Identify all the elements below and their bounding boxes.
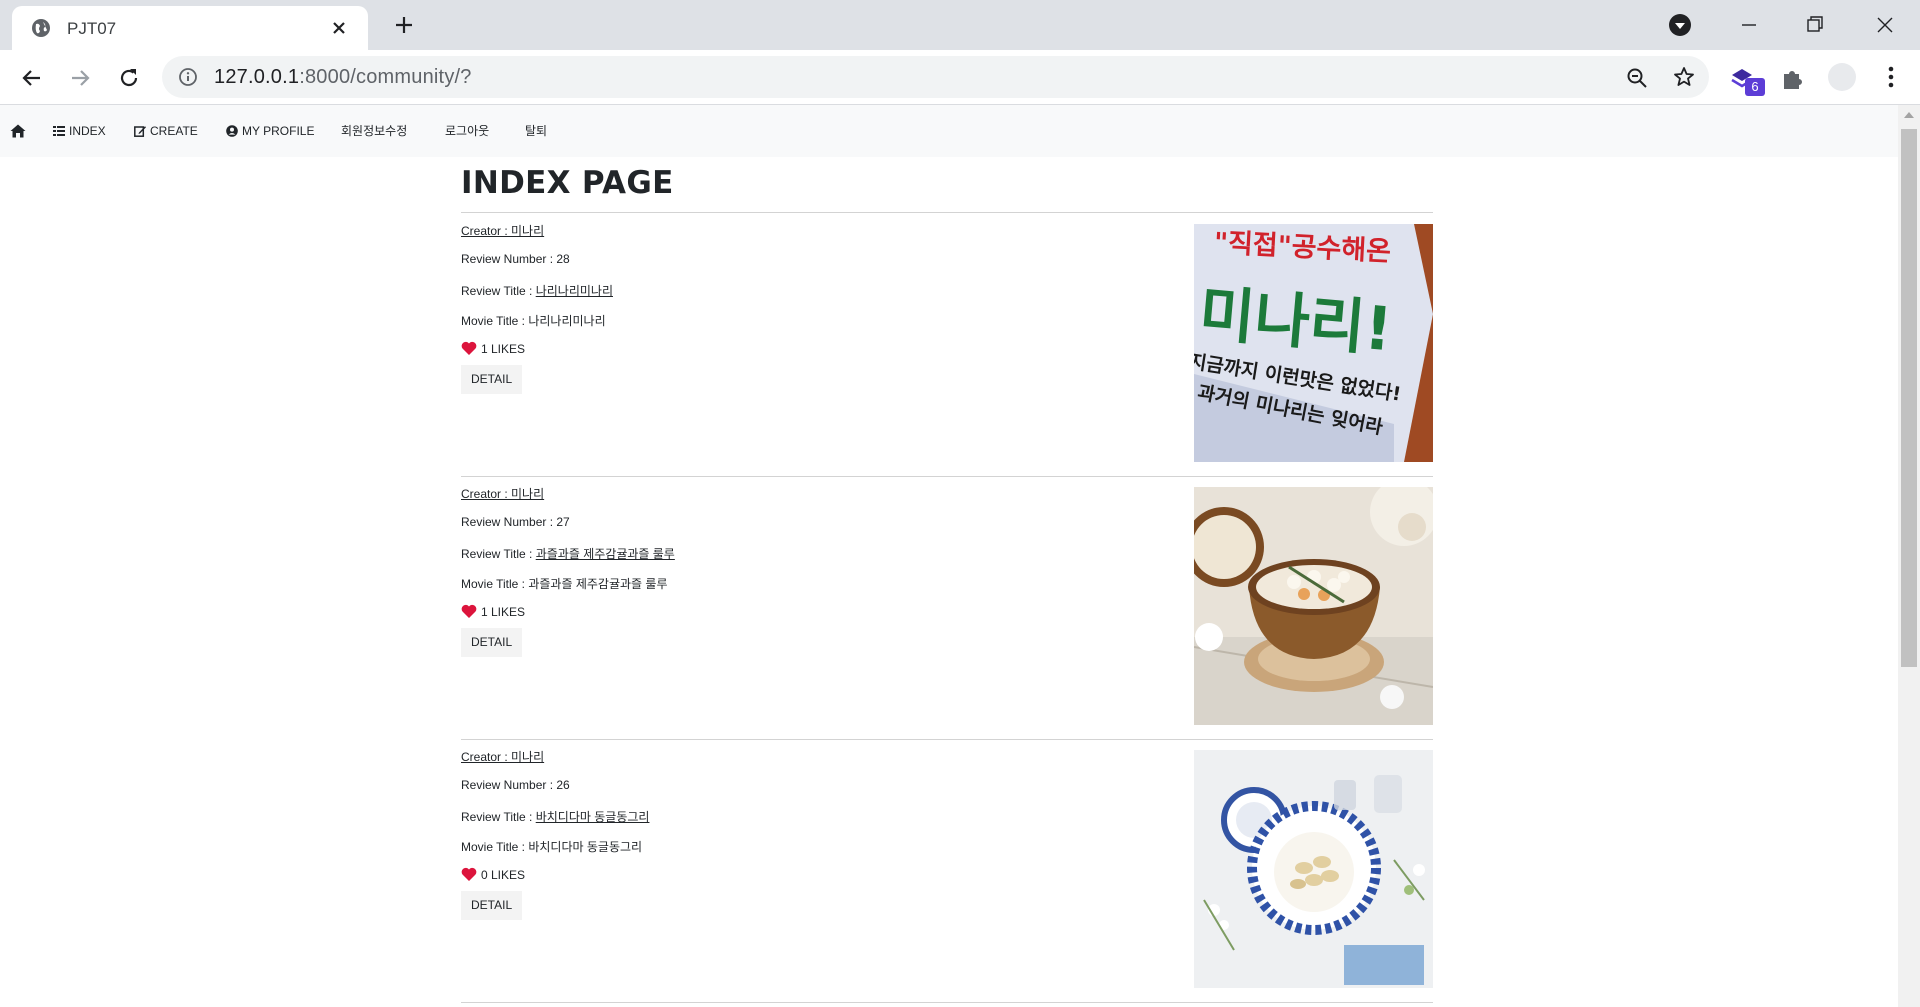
creator-text: Creator : 미나리 bbox=[461, 487, 545, 501]
review-card: Creator : 미나리 Review Number : 28 Review … bbox=[461, 214, 1433, 477]
creator-link[interactable]: Creator : 미나리 bbox=[461, 485, 544, 502]
likes-count: 1 LIKES bbox=[481, 604, 526, 619]
globe-icon bbox=[32, 19, 50, 37]
nav-index-label: INDEX bbox=[69, 124, 106, 138]
browser-tab[interactable]: PJT07 bbox=[12, 6, 368, 50]
nav-logout-link[interactable]: 로그아웃 bbox=[445, 105, 489, 157]
nav-logout-label: 로그아웃 bbox=[445, 124, 490, 138]
review-title-prefix: Review Title : bbox=[461, 547, 536, 561]
card-divider bbox=[461, 1002, 1433, 1003]
site-navbar: INDEX CREATE MY PROFILE 회원정보수정 로그아웃 탈퇴 bbox=[0, 105, 1898, 157]
home-icon bbox=[10, 124, 26, 138]
browser-tab-strip: PJT07 bbox=[0, 0, 1920, 50]
restore-icon[interactable] bbox=[1800, 10, 1830, 40]
page-title: INDEX PAGE bbox=[461, 165, 674, 201]
likes-count: 1 LIKES bbox=[481, 341, 526, 356]
more-menu-icon[interactable] bbox=[1878, 64, 1904, 90]
movie-title: Movie Title : 바치디다마 동글동그리 bbox=[461, 840, 643, 854]
detail-button[interactable]: DETAIL bbox=[461, 628, 523, 657]
extension-badge: 6 bbox=[1745, 78, 1765, 96]
forward-icon[interactable] bbox=[67, 65, 93, 91]
heading-divider bbox=[461, 212, 1433, 213]
likes-row: 0 LIKES bbox=[461, 867, 525, 882]
nav-withdraw-link[interactable]: 탈퇴 bbox=[525, 105, 547, 157]
nav-create-link[interactable]: CREATE bbox=[134, 105, 198, 157]
nav-withdraw-label: 탈퇴 bbox=[525, 124, 548, 138]
bookmark-star-icon[interactable] bbox=[1672, 65, 1696, 89]
review-card: Creator : 미나리 Review Number : 26 Review … bbox=[461, 740, 1433, 1003]
minimize-icon[interactable] bbox=[1734, 10, 1764, 40]
review-title-row: Review Title : 나리나리미나리 bbox=[461, 282, 613, 299]
site-info-icon[interactable] bbox=[178, 67, 198, 87]
review-title-prefix: Review Title : bbox=[461, 810, 536, 824]
profile-avatar[interactable] bbox=[1828, 63, 1856, 91]
review-title-row: Review Title : 바치디다마 동글동그리 bbox=[461, 808, 649, 825]
minari-sign-image: "직접"공수해온 미나리! 지금까지 이런맛은 없었다! 과거의 미나리는 잊어… bbox=[1194, 224, 1433, 462]
snack-bowl-image bbox=[1194, 487, 1433, 725]
review-title-row: Review Title : 과즐과즐 제주감귤과즐 룰루 bbox=[461, 545, 675, 562]
creator-text: Creator : 미나리 bbox=[461, 750, 545, 764]
review-number: Review Number : 28 bbox=[461, 252, 570, 266]
heart-icon[interactable] bbox=[461, 604, 477, 619]
nav-profile-label: MY PROFILE bbox=[242, 124, 315, 138]
address-bar[interactable]: 127.0.0.1:8000/community/? bbox=[162, 56, 1709, 98]
review-image bbox=[1194, 750, 1433, 988]
nav-edit-account-link[interactable]: 회원정보수정 bbox=[341, 105, 407, 157]
edit-icon bbox=[134, 126, 146, 137]
review-image bbox=[1194, 487, 1433, 725]
user-circle-icon bbox=[226, 125, 238, 137]
scrollbar-thumb[interactable] bbox=[1901, 129, 1917, 667]
review-title-link[interactable]: 과즐과즐 제주감귤과즐 룰루 bbox=[536, 547, 675, 561]
blue-plate-image bbox=[1194, 750, 1433, 988]
close-window-icon[interactable] bbox=[1870, 10, 1900, 40]
nav-edit-account-label: 회원정보수정 bbox=[341, 124, 408, 138]
back-icon[interactable] bbox=[19, 65, 45, 91]
review-title-link[interactable]: 나리나리미나리 bbox=[536, 284, 613, 298]
review-number: Review Number : 27 bbox=[461, 515, 570, 529]
close-tab-icon[interactable] bbox=[328, 17, 350, 39]
creator-link[interactable]: Creator : 미나리 bbox=[461, 748, 544, 765]
page-viewport: INDEX CREATE MY PROFILE 회원정보수정 로그아웃 탈퇴 I… bbox=[0, 105, 1898, 1007]
creator-text: Creator : 미나리 bbox=[461, 224, 545, 238]
heart-icon[interactable] bbox=[461, 867, 477, 882]
tab-search-icon[interactable] bbox=[1668, 13, 1692, 37]
url-text[interactable]: 127.0.0.1:8000/community/? bbox=[214, 66, 472, 89]
review-title-link[interactable]: 바치디다마 동글동그리 bbox=[536, 810, 650, 824]
zoom-out-icon[interactable] bbox=[1625, 66, 1649, 90]
url-path: :8000/community/? bbox=[299, 66, 472, 88]
browser-toolbar: 127.0.0.1:8000/community/? 6 bbox=[0, 50, 1920, 105]
nav-create-label: CREATE bbox=[150, 124, 198, 138]
likes-count: 0 LIKES bbox=[481, 867, 526, 882]
new-tab-icon[interactable] bbox=[392, 13, 416, 37]
likes-row: 1 LIKES bbox=[461, 341, 525, 356]
nav-index-link[interactable]: INDEX bbox=[53, 105, 106, 157]
url-host: 127.0.0.1 bbox=[214, 66, 300, 88]
movie-title: Movie Title : 나리나리미나리 bbox=[461, 314, 606, 328]
creator-link[interactable]: Creator : 미나리 bbox=[461, 222, 544, 239]
page-scrollbar[interactable] bbox=[1898, 105, 1920, 1007]
scroll-up-arrow-icon[interactable] bbox=[1904, 112, 1914, 118]
review-image: "직접"공수해온 미나리! 지금까지 이런맛은 없었다! 과거의 미나리는 잊어… bbox=[1194, 224, 1433, 462]
nav-profile-link[interactable]: MY PROFILE bbox=[226, 105, 314, 157]
heart-icon[interactable] bbox=[461, 341, 477, 356]
review-title-prefix: Review Title : bbox=[461, 284, 536, 298]
review-card: Creator : 미나리 Review Number : 27 Review … bbox=[461, 477, 1433, 740]
review-number: Review Number : 26 bbox=[461, 778, 570, 792]
tab-title: PJT07 bbox=[67, 19, 117, 38]
movie-title: Movie Title : 과즐과즐 제주감귤과즐 룰루 bbox=[461, 577, 668, 591]
list-icon bbox=[53, 126, 65, 136]
detail-button[interactable]: DETAIL bbox=[461, 891, 523, 920]
home-link[interactable] bbox=[10, 105, 26, 157]
puzzle-extensions-icon[interactable] bbox=[1778, 65, 1806, 93]
detail-button[interactable]: DETAIL bbox=[461, 365, 523, 394]
reload-icon[interactable] bbox=[116, 65, 142, 91]
likes-row: 1 LIKES bbox=[461, 604, 525, 619]
